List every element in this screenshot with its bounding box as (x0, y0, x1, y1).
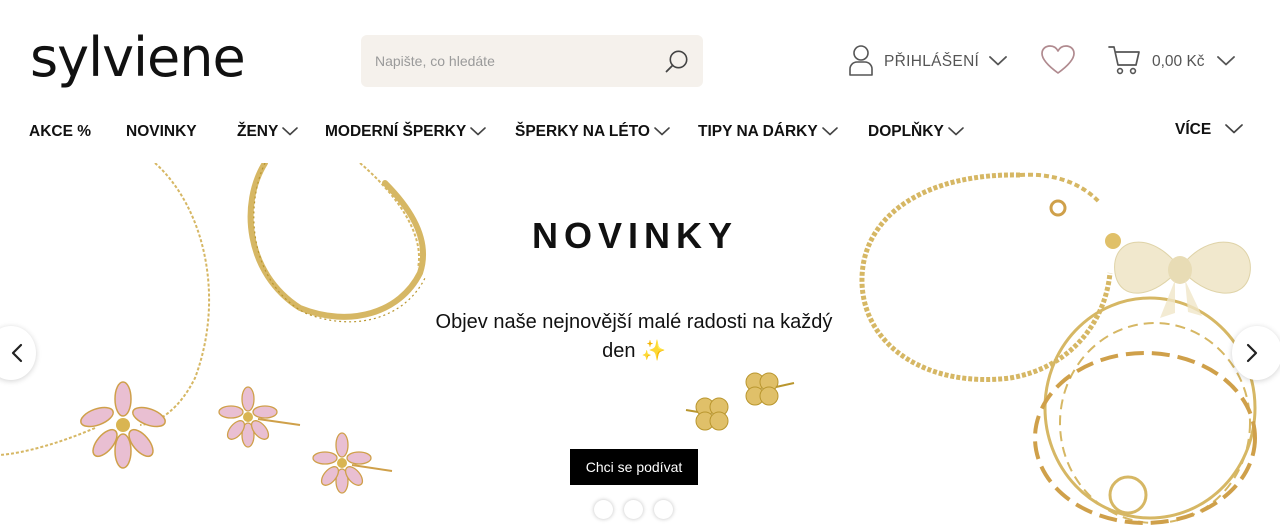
chevron-down-icon (1216, 53, 1235, 71)
chevron-down-icon (470, 123, 487, 141)
hero-cta-button[interactable]: Chci se podívat (570, 449, 698, 485)
nav-item-label: MODERNÍ ŠPERKY (325, 123, 467, 140)
nav-item-label: ŠPERKY NA LÉTO (515, 123, 650, 140)
chain-bracelets (1033, 296, 1257, 525)
main-navigation: AKCE % NOVINKY ŽENY MODERNÍ ŠPERKY ŠPERK… (0, 112, 1280, 152)
login-button[interactable]: PŘIHLÁŠENÍ (848, 44, 1008, 81)
clover-earring (745, 372, 795, 406)
chevron-down-icon (1225, 121, 1244, 139)
heart-icon[interactable] (1040, 44, 1078, 78)
flower-earring (218, 386, 301, 448)
slider-dot[interactable] (594, 500, 613, 519)
cart-total: 0,00 Kč (1152, 53, 1205, 70)
chevron-down-icon (821, 123, 838, 141)
nav-item-label: VÍCE (1175, 121, 1212, 138)
cart-icon (1108, 43, 1142, 82)
site-header: sylviene PŘIHLÁŠENÍ (0, 0, 1280, 112)
nav-item-moderni-sperky[interactable]: MODERNÍ ŠPERKY (325, 121, 487, 143)
flower-pendant (80, 381, 166, 469)
nav-item-label: AKCE % (29, 123, 92, 140)
clover-earring (685, 397, 729, 431)
slider-dot[interactable] (624, 500, 643, 519)
slider-next-button[interactable] (1232, 326, 1280, 380)
logo-wordmark: sylviene (30, 30, 246, 89)
hero-slider: NOVINKY Objev naše nejnovější malé rados… (0, 163, 1280, 525)
chevron-down-icon (989, 53, 1008, 71)
cart-button[interactable]: 0,00 Kč (1108, 44, 1235, 80)
nav-item-label: NOVINKY (126, 123, 197, 140)
nav-item-akce[interactable]: AKCE % (29, 121, 91, 143)
flower-earring (312, 432, 393, 494)
hero-subtitle: Objev naše nejnovější malé radosti na ka… (435, 311, 833, 362)
nav-item-novinky[interactable]: NOVINKY (126, 121, 197, 143)
svg-text:sylviene: sylviene (30, 30, 245, 89)
slider-dot[interactable] (654, 500, 673, 519)
chevron-down-icon (947, 123, 964, 141)
chevron-right-icon (1246, 343, 1258, 363)
nav-item-doplnky[interactable]: DOPLŇKY (868, 121, 964, 143)
search-bar (361, 35, 703, 87)
chevron-down-icon (282, 123, 299, 141)
nav-item-label: ŽENY (237, 123, 279, 140)
chevron-left-icon (11, 343, 23, 363)
brand-logo[interactable]: sylviene (30, 30, 260, 92)
nav-item-sperky-na-leto[interactable]: ŠPERKY NA LÉTO (515, 121, 670, 143)
nav-item-zeny[interactable]: ŽENY (237, 121, 299, 143)
nav-item-tipy-na-darky[interactable]: TIPY NA DÁRKY (698, 121, 838, 143)
slider-pagination (594, 500, 673, 519)
hero-title: NOVINKY (531, 215, 739, 256)
nav-item-label: DOPLŇKY (868, 123, 944, 140)
chevron-down-icon (654, 123, 670, 141)
user-icon (848, 44, 874, 81)
tennis-bracelet (859, 172, 1121, 382)
search-icon[interactable] (663, 48, 691, 76)
login-label: PŘIHLÁŠENÍ (884, 53, 980, 70)
search-input[interactable] (375, 35, 655, 87)
nav-item-label: TIPY NA DÁRKY (698, 123, 818, 140)
nav-item-vice[interactable]: VÍCE (1175, 119, 1244, 141)
